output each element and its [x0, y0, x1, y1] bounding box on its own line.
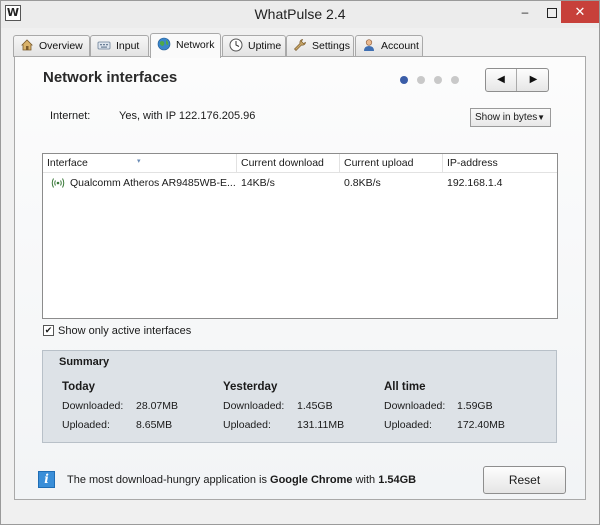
window-title: WhatPulse 2.4 — [254, 6, 346, 22]
tab-network[interactable]: Network — [150, 33, 221, 58]
top-app-mid: with — [352, 474, 379, 486]
next-page-button[interactable]: ▶ — [518, 69, 549, 91]
page-dot[interactable] — [451, 76, 459, 84]
whatpulse-window: W WhatPulse 2.4 – ✕ Overview Input Netwo… — [0, 0, 600, 525]
top-app-name: Google Chrome — [270, 474, 353, 486]
unit-select[interactable]: Show in bytes ▼ — [470, 108, 551, 127]
internet-status: Yes, with IP 122.176.205.96 — [119, 110, 256, 122]
internet-label: Internet: — [50, 110, 91, 122]
reset-button[interactable]: Reset — [483, 466, 566, 494]
table-row[interactable]: Qualcomm Atheros AR9485WB-E... 14KB/s 0.… — [43, 174, 557, 193]
page-navigation: ◀ ▶ — [485, 68, 549, 92]
tab-label: Network — [176, 39, 215, 51]
tab-overview[interactable]: Overview — [13, 35, 90, 57]
keyboard-icon — [97, 41, 111, 50]
upload-cell: 0.8KB/s — [344, 177, 381, 189]
all-time-title: All time — [384, 381, 426, 393]
close-button[interactable]: ✕ — [561, 1, 599, 23]
interface-cell: Qualcomm Atheros AR9485WB-E... — [47, 174, 237, 193]
previous-page-button[interactable]: ◀ — [486, 69, 517, 91]
user-icon — [364, 39, 374, 52]
tab-settings[interactable]: Settings — [286, 35, 354, 57]
column-header-ip[interactable]: IP-address — [443, 154, 557, 173]
interfaces-table: Interface ▾ Current download Current uplo… — [42, 153, 558, 319]
yesterday-uploaded-label: Uploaded: — [223, 419, 271, 431]
yesterday-uploaded-value: 131.11MB — [297, 419, 345, 431]
maximize-button[interactable] — [541, 1, 563, 23]
column-header-download[interactable]: Current download — [237, 154, 340, 173]
all-time-uploaded-label: Uploaded: — [384, 419, 432, 431]
wireless-icon — [51, 178, 65, 188]
column-header-label: Interface — [47, 157, 88, 169]
sort-indicator-icon: ▾ — [137, 158, 141, 165]
summary-title: Summary — [59, 356, 110, 368]
title-bar: W WhatPulse 2.4 – ✕ — [1, 1, 599, 28]
info-icon: i — [38, 471, 55, 488]
tab-label: Account — [381, 40, 419, 52]
network-panel: Network interfaces ◀ ▶ Internet: Yes, wi… — [14, 56, 586, 500]
top-app-amount: 1.54GB — [378, 474, 417, 486]
wrench-icon — [294, 39, 306, 52]
tab-uptime[interactable]: Uptime — [222, 35, 286, 57]
today-uploaded-value: 8.65MB — [136, 419, 173, 431]
page-dot-active[interactable] — [400, 76, 408, 84]
page-dot[interactable] — [434, 76, 442, 84]
ip-cell: 192.168.1.4 — [447, 177, 503, 189]
summary-box: Summary Today Downloaded: 28.07MB Upload… — [42, 350, 557, 443]
tab-account[interactable]: Account — [355, 35, 423, 57]
top-app-prefix: The most download-hungry application is — [67, 474, 271, 486]
tab-label: Settings — [312, 40, 350, 52]
today-downloaded-label: Downloaded: — [62, 400, 124, 412]
download-cell: 14KB/s — [241, 177, 275, 189]
unit-select-value: Show in bytes — [475, 112, 538, 123]
top-app-message: The most download-hungry application is … — [67, 474, 416, 486]
table-header: Interface ▾ Current download Current uplo… — [43, 154, 557, 173]
clock-icon — [229, 38, 243, 52]
tab-label: Overview — [39, 40, 83, 52]
page-dot[interactable] — [417, 76, 425, 84]
active-interfaces-toggle[interactable]: ✔ Show only active interfaces — [43, 324, 192, 337]
all-time-uploaded-value: 172.40MB — [457, 419, 505, 431]
today-uploaded-label: Uploaded: — [62, 419, 110, 431]
minimize-button[interactable]: – — [514, 1, 536, 23]
column-header-upload[interactable]: Current upload — [340, 154, 443, 173]
today-downloaded-value: 28.07MB — [136, 400, 179, 412]
page-title: Network interfaces — [43, 69, 178, 86]
yesterday-downloaded-label: Downloaded: — [223, 400, 285, 412]
active-interfaces-label: Show only active interfaces — [58, 325, 192, 337]
chevron-down-icon: ▼ — [537, 113, 545, 122]
all-time-downloaded-label: Downloaded: — [384, 400, 446, 412]
active-interfaces-checkbox[interactable]: ✔ — [43, 324, 54, 336]
interface-name: Qualcomm Atheros AR9485WB-E... — [70, 177, 236, 189]
tab-label: Input — [116, 40, 140, 52]
tab-label: Uptime — [248, 40, 282, 52]
tab-input[interactable]: Input — [90, 35, 149, 57]
yesterday-downloaded-value: 1.45GB — [297, 400, 333, 412]
column-header-interface[interactable]: Interface ▾ — [43, 154, 237, 173]
maximize-icon — [547, 7, 557, 18]
yesterday-title: Yesterday — [223, 381, 278, 393]
home-icon — [21, 39, 33, 51]
today-title: Today — [62, 381, 96, 393]
all-time-downloaded-value: 1.59GB — [457, 400, 493, 412]
globe-icon — [157, 37, 171, 51]
